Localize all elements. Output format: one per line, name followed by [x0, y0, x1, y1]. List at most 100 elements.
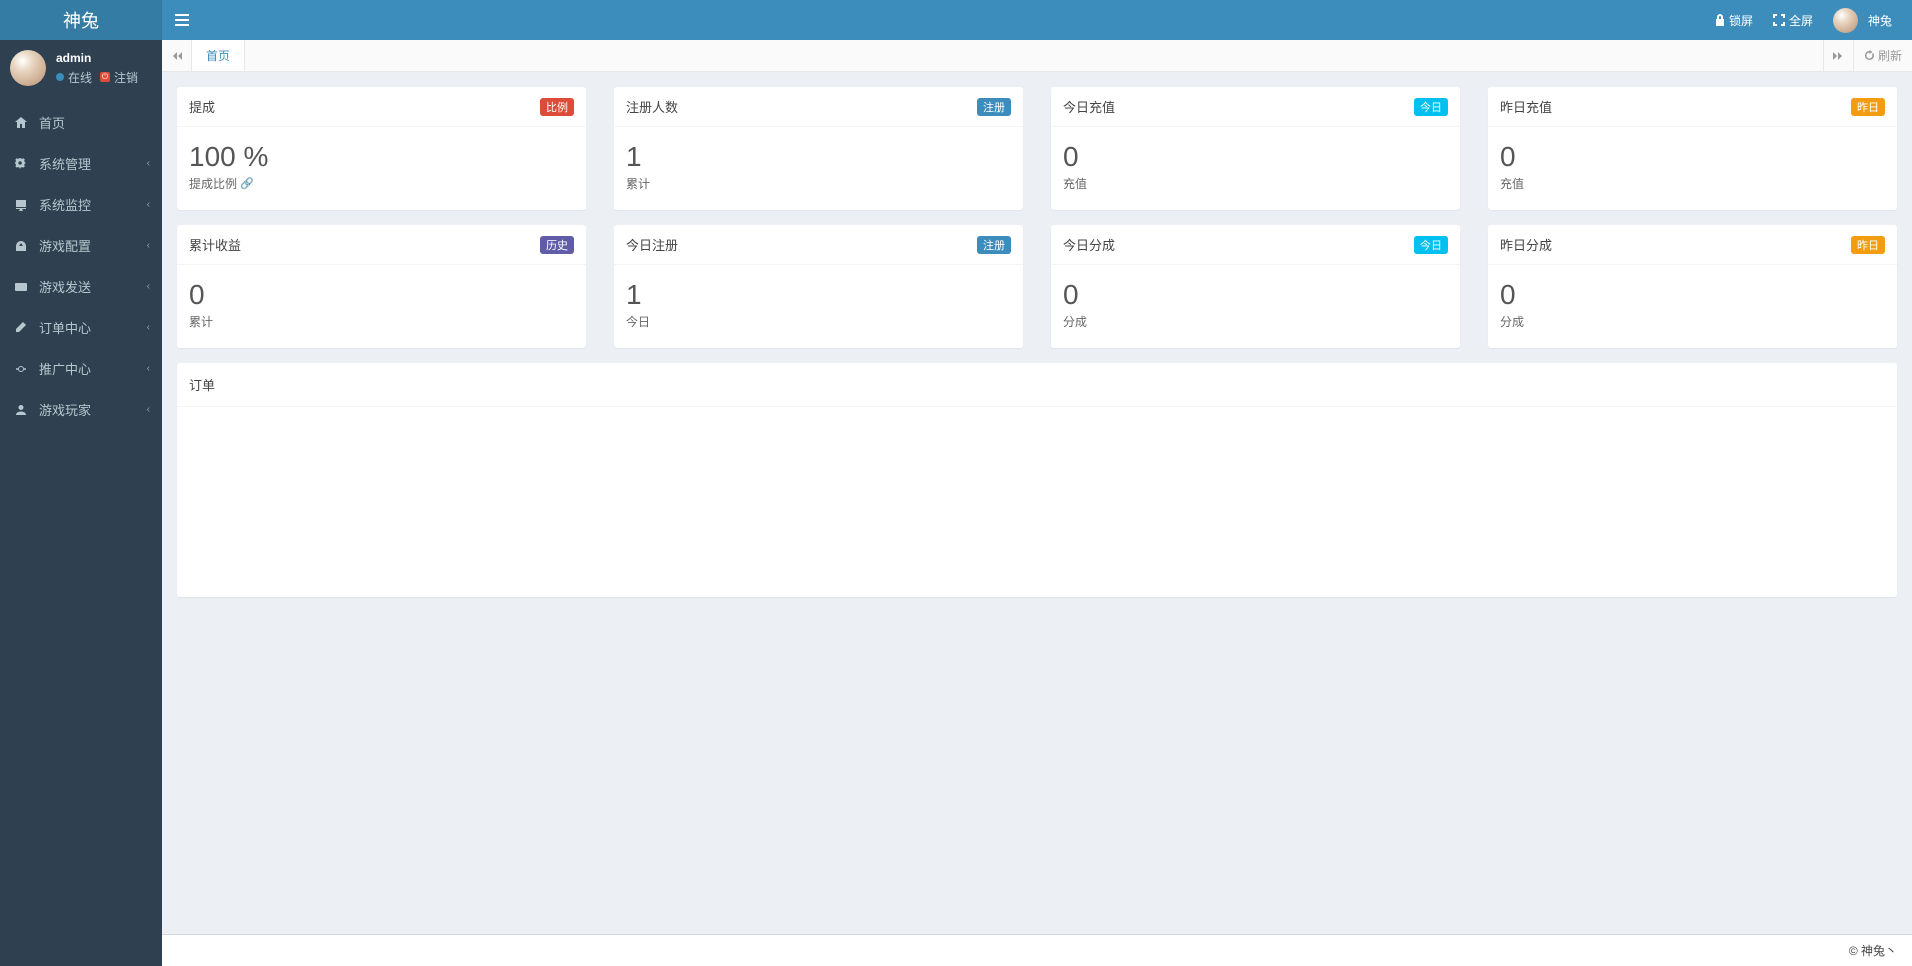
card-badge: 注册: [977, 236, 1011, 254]
refresh-icon: [1864, 50, 1875, 61]
chevron-left-icon: ‹: [147, 322, 150, 333]
card-title: 昨日充值: [1500, 97, 1552, 116]
card-sub: 提成比例🔗: [189, 175, 574, 192]
sidebar-item-label: 推广中心: [39, 359, 91, 378]
online-label: 在线: [68, 69, 92, 86]
card-sub: 充值: [1063, 175, 1448, 192]
stat-card-2-2: 今日分成今日0分成: [1051, 225, 1460, 348]
card-value: 1: [626, 279, 1011, 311]
sidebar-menu: 首页系统管理 ‹ 系统监控 ‹ 游戏配置 ‹ 游戏发送 ‹ 订单中心 ‹ 推广中心 ‹ 游戏玩家 ‹: [0, 102, 162, 430]
tabs-prev[interactable]: [162, 40, 192, 71]
sidebar-item-label: 首页: [39, 113, 65, 132]
user-panel: admin 在线 ⏻ 注销: [0, 40, 162, 96]
order-body: [177, 407, 1897, 597]
avatar: [10, 50, 46, 86]
card-sub: 充值: [1500, 175, 1885, 192]
link-icon[interactable]: 🔗: [240, 177, 254, 190]
chevron-left-icon: ‹: [147, 281, 150, 292]
refresh-label: 刷新: [1878, 47, 1902, 64]
card-sub: 分成: [1500, 313, 1885, 330]
user-icon: [15, 404, 33, 416]
card-badge: 今日: [1414, 98, 1448, 116]
stat-card-2-1: 今日注册 注册 1 今日: [614, 225, 1023, 348]
dashboard-icon: [15, 240, 33, 252]
header-username: 神兔: [1868, 12, 1892, 29]
card-title: 累计收益: [189, 235, 241, 254]
sidebar-item-4[interactable]: 游戏发送 ‹: [0, 266, 162, 307]
gear-icon: [15, 158, 33, 170]
sidebar-item-3[interactable]: 游戏配置 ‹: [0, 225, 162, 266]
stat-card-1-2: 今日充值 今日 0 充值: [1051, 87, 1460, 210]
sidebar-item-label: 系统监控: [39, 195, 91, 214]
card-title: 今日充值: [1063, 97, 1115, 116]
edit-icon: [15, 322, 33, 334]
sidebar-item-2[interactable]: 系统监控 ‹: [0, 184, 162, 225]
send-icon: [15, 281, 33, 293]
user-menu[interactable]: 神兔: [1823, 0, 1902, 40]
chevron-left-icon: ‹: [147, 363, 150, 374]
logout-link[interactable]: 注销: [114, 69, 138, 86]
card-title: 注册人数: [626, 97, 678, 116]
expand-icon: [1773, 14, 1785, 26]
card-badge: 历史: [540, 236, 574, 254]
lock-button[interactable]: 锁屏: [1705, 0, 1763, 40]
sidebar-item-label: 游戏发送: [39, 277, 91, 296]
sidebar-item-5[interactable]: 订单中心 ‹: [0, 307, 162, 348]
card-badge: 今日: [1414, 236, 1448, 254]
chevron-left-icon: ‹: [147, 158, 150, 169]
online-dot-icon: [56, 73, 64, 81]
sidebar-item-label: 游戏配置: [39, 236, 91, 255]
card-sub: 累计: [626, 175, 1011, 192]
sidebar-item-1[interactable]: 系统管理 ‹: [0, 143, 162, 184]
sidebar-toggle[interactable]: [162, 0, 202, 40]
monitor-icon: [15, 199, 33, 211]
tab-home[interactable]: 首页: [192, 40, 245, 71]
logout-icon[interactable]: ⏻: [100, 72, 110, 82]
sidebar-item-6[interactable]: 推广中心 ‹: [0, 348, 162, 389]
user-name: admin: [56, 51, 138, 65]
card-sub: 累计: [189, 313, 574, 330]
card-value: 0: [1500, 279, 1885, 311]
fullscreen-button[interactable]: 全屏: [1763, 0, 1823, 40]
home-icon: [15, 117, 33, 129]
card-title: 昨日分成: [1500, 235, 1552, 254]
lock-label: 锁屏: [1729, 12, 1753, 29]
order-panel: 订单: [177, 363, 1897, 597]
tabs-next[interactable]: [1823, 40, 1853, 71]
stat-card-2-3: 昨日分成昨日0分成: [1488, 225, 1897, 348]
share-icon: [15, 363, 33, 375]
sidebar-item-label: 订单中心: [39, 318, 91, 337]
sidebar-item-0[interactable]: 首页: [0, 102, 162, 143]
card-value: 1: [626, 141, 1011, 173]
avatar: [1833, 8, 1858, 33]
chevron-double-left-icon: [172, 52, 182, 60]
bars-icon: [175, 14, 189, 26]
stat-card-1-3: 昨日充值昨日0充值: [1488, 87, 1897, 210]
card-title: 提成: [189, 97, 215, 116]
card-badge: 昨日: [1851, 98, 1885, 116]
card-badge: 比例: [540, 98, 574, 116]
stat-card-2-0: 累计收益历史0累计: [177, 225, 586, 348]
card-sub: 分成: [1063, 313, 1448, 330]
sidebar-item-label: 系统管理: [39, 154, 91, 173]
card-value: 0: [1063, 141, 1448, 173]
card-badge: 注册: [977, 98, 1011, 116]
sidebar-item-7[interactable]: 游戏玩家 ‹: [0, 389, 162, 430]
stat-card-1-1: 注册人数 注册 1 累计: [614, 87, 1023, 210]
card-value: 100 %: [189, 141, 574, 173]
stat-card-1-0: 提成 比例 100 % 提成比例🔗: [177, 87, 586, 210]
chevron-left-icon: ‹: [147, 240, 150, 251]
chevron-left-icon: ‹: [147, 404, 150, 415]
brand-logo[interactable]: 神兔: [0, 0, 162, 40]
sidebar: admin 在线 ⏻ 注销 首页系统管理‹系统监控‹游戏配置‹游戏发送‹订单中心…: [0, 40, 162, 966]
lock-icon: [1715, 14, 1725, 26]
card-value: 0: [1063, 279, 1448, 311]
refresh-button[interactable]: 刷新: [1853, 40, 1912, 71]
navbar: 神兔 锁屏 全屏 神兔: [0, 0, 1912, 40]
chevron-left-icon: ‹: [147, 199, 150, 210]
fullscreen-label: 全屏: [1789, 12, 1813, 29]
card-title: 今日注册: [626, 235, 678, 254]
tabs-bar: 首页 刷新: [162, 40, 1912, 72]
sidebar-item-label: 游戏玩家: [39, 400, 91, 419]
card-sub: 今日: [626, 313, 1011, 330]
